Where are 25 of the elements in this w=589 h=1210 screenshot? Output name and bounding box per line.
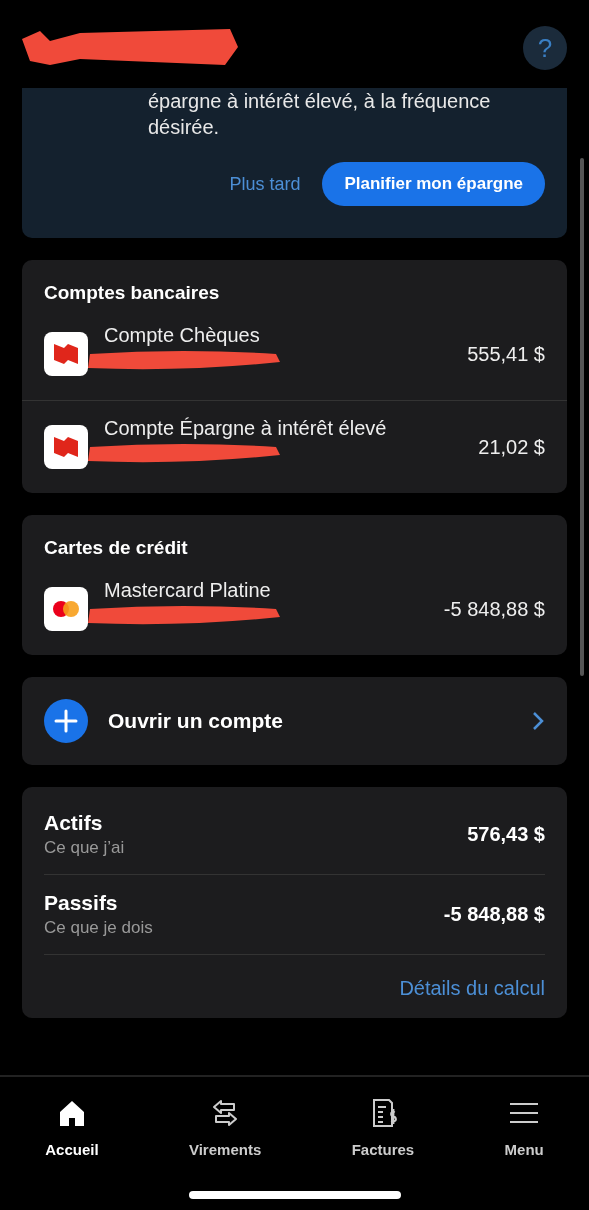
account-balance: 21,02 $: [478, 435, 545, 459]
nav-tab[interactable]: Factures: [345, 1091, 421, 1162]
nav-tab[interactable]: Virements: [182, 1091, 268, 1162]
account-name[interactable]: Compte Épargne à intérêt élevé: [104, 417, 463, 440]
chevron-icon: [531, 710, 545, 732]
section-title: Cartes de crédit: [43, 536, 189, 560]
later-button[interactable]: Plus tard: [229, 173, 301, 195]
section-title: Comptes bancaires: [43, 281, 221, 305]
summary-subtitle: Ce que je dois: [44, 918, 153, 938]
plus-icon: [44, 699, 88, 743]
summary-amount: -5 848,88 $: [443, 903, 545, 926]
summary-subtitle: Ce que j’ai: [44, 838, 125, 858]
details-link[interactable]: Détails du calcul: [399, 977, 545, 1000]
account-name[interactable]: Compte Chèques: [104, 324, 452, 347]
plan-savings-button[interactable]: Planifier mon épargne: [322, 162, 545, 206]
summary-amount: 576,43 $: [467, 823, 545, 846]
summary-title: Passifs: [44, 891, 119, 915]
summary-title: Actifs: [44, 811, 104, 835]
nav-tab[interactable]: Accueil: [39, 1091, 105, 1162]
open-account-button[interactable]: Ouvrir un compte: [22, 677, 567, 765]
account-name[interactable]: Mastercard Platine: [104, 579, 428, 602]
promo-text: épargne à intérêt élevé, à la fréquence désirée.: [148, 89, 492, 140]
account-balance: 555,41 $: [467, 342, 545, 366]
account-balance: -5 848,88 $: [443, 597, 545, 621]
nav-tab[interactable]: Menu: [498, 1091, 550, 1162]
